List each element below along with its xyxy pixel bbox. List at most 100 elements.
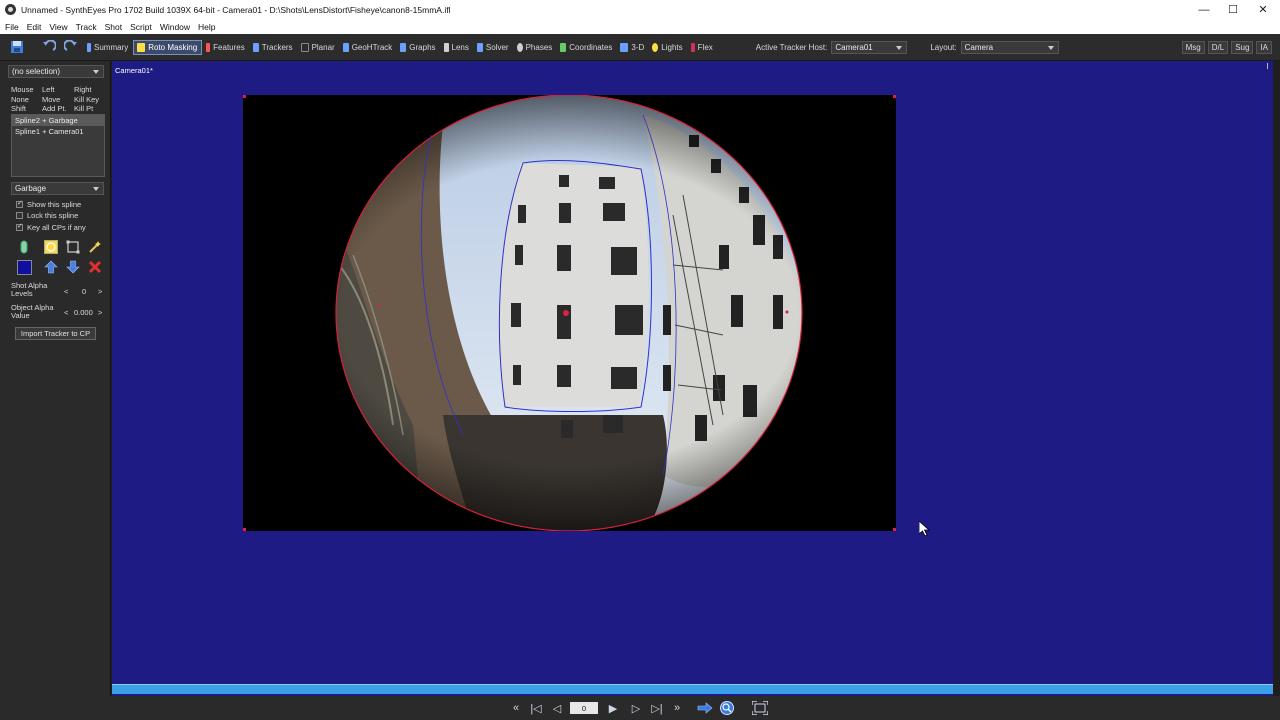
room-toolbar: Summary Roto Masking Features Trackers P… — [0, 34, 1280, 61]
roto-panel: (no selection) Mouse None Shift Left Mov… — [0, 61, 111, 720]
active-tracker-host-dropdown[interactable]: Camera01 — [831, 40, 908, 54]
menu-shot[interactable]: Shot — [100, 22, 126, 32]
coordinates-icon — [560, 42, 567, 52]
camera-viewport[interactable]: Camera01* — [112, 61, 1273, 681]
move-down-icon[interactable] — [65, 259, 81, 275]
target-dropdown[interactable]: Garbage — [11, 182, 104, 195]
viewport-scrollbar[interactable] — [1262, 61, 1273, 681]
circle-tool-icon[interactable] — [43, 239, 59, 255]
roto-icon — [137, 42, 146, 52]
object-alpha-decrease[interactable]: < — [64, 308, 68, 317]
show-spline-checkbox[interactable]: Show this spline — [16, 199, 81, 209]
features-icon — [206, 42, 211, 52]
lock-spline-checkbox[interactable]: Lock this spline — [16, 211, 78, 220]
checkbox-box[interactable] — [16, 212, 23, 219]
forward-to-end-icon[interactable]: » — [669, 700, 685, 716]
menu-help[interactable]: Help — [193, 22, 218, 32]
menu-window[interactable]: Window — [155, 22, 193, 32]
tab-features[interactable]: Features — [203, 40, 249, 55]
spline-list[interactable]: Spline2 + Garbage Spline1 + Camera01 — [11, 114, 105, 177]
previous-key-icon[interactable]: |◁ — [528, 700, 544, 716]
scroll-tick — [1267, 63, 1268, 69]
tab-flex[interactable]: Flex — [688, 40, 717, 55]
tab-summary[interactable]: Summary — [84, 40, 132, 55]
playback-direction-icon[interactable] — [697, 700, 713, 716]
list-item[interactable]: Spline2 + Garbage — [12, 115, 104, 126]
color-swatch-icon[interactable] — [16, 259, 32, 275]
tab-solver[interactable]: Solver — [474, 40, 513, 55]
delete-icon[interactable] — [87, 259, 103, 275]
timeline[interactable] — [112, 681, 1273, 696]
menu-script[interactable]: Script — [125, 22, 155, 32]
move-up-icon[interactable] — [43, 259, 59, 275]
phases-icon — [516, 42, 523, 52]
ia-button[interactable]: IA — [1256, 40, 1272, 54]
frame-number-input[interactable]: 0 — [570, 702, 598, 714]
tab-roto-masking[interactable]: Roto Masking — [133, 39, 203, 55]
title-bar: Unnamed - SynthEyes Pro 1702 Build 1039X… — [0, 0, 1280, 19]
key-all-cps-checkbox[interactable]: Key all CPs if any — [16, 222, 86, 232]
selection-dropdown[interactable]: (no selection) — [8, 65, 104, 78]
menu-view[interactable]: View — [44, 22, 70, 32]
import-tracker-button[interactable]: Import Tracker to CP — [15, 327, 96, 340]
tab-planar[interactable]: Planar — [298, 40, 339, 55]
object-alpha-value[interactable]: 0.000 — [74, 308, 93, 317]
mouse-table-col2: Left Move Add Pt. — [42, 85, 67, 113]
tab-geohtrack[interactable]: GeoHTrack — [340, 40, 397, 55]
rewind-to-start-icon[interactable]: « — [508, 700, 524, 716]
checkbox-box[interactable] — [16, 222, 23, 231]
play-icon[interactable]: ▶ — [605, 700, 621, 716]
chevron-down-icon — [1047, 45, 1054, 50]
fit-frame-icon[interactable] — [752, 700, 768, 716]
object-alpha-increase[interactable]: > — [98, 308, 102, 317]
list-item[interactable]: Spline1 + Camera01 — [12, 126, 104, 137]
menu-edit[interactable]: Edit — [22, 22, 45, 32]
flex-icon — [690, 42, 695, 52]
shot-alpha-value[interactable]: 0 — [82, 287, 86, 296]
shot-frame[interactable] — [243, 95, 896, 531]
close-button[interactable]: ✕ — [1248, 0, 1278, 19]
menu-file[interactable]: File — [0, 22, 22, 32]
minimize-button[interactable]: — — [1189, 0, 1219, 19]
checkbox-box[interactable] — [16, 199, 23, 208]
camera-label: Camera01* — [115, 66, 153, 75]
shot-alpha-increase[interactable]: > — [98, 287, 102, 296]
redo-icon[interactable] — [64, 40, 78, 54]
3d-icon — [620, 42, 629, 52]
tab-graphs[interactable]: Graphs — [397, 40, 439, 55]
save-icon[interactable] — [10, 40, 24, 54]
undo-icon[interactable] — [42, 40, 56, 54]
trackers-icon — [252, 42, 259, 52]
dl-button[interactable]: D/L — [1207, 40, 1229, 54]
summary-icon — [87, 42, 91, 52]
step-back-icon[interactable]: ◁ — [549, 700, 565, 716]
sug-button[interactable]: Sug — [1231, 40, 1254, 54]
tab-lights[interactable]: Lights — [649, 40, 686, 55]
tab-trackers[interactable]: Trackers — [250, 40, 297, 55]
active-tracker-host-label: Active Tracker Host: — [755, 42, 828, 52]
graphs-icon — [400, 42, 407, 52]
tab-3d[interactable]: 3-D — [617, 40, 648, 55]
tab-lens[interactable]: Lens — [441, 40, 473, 55]
next-key-icon[interactable]: ▷| — [649, 700, 665, 716]
menu-bar: File Edit View Track Shot Script Window … — [0, 19, 1280, 34]
step-forward-icon[interactable]: ▷ — [628, 700, 644, 716]
bezier-tool-icon[interactable] — [16, 239, 32, 255]
tab-phases[interactable]: Phases — [514, 40, 557, 55]
magic-wand-icon[interactable] — [87, 239, 103, 255]
tab-coordinates[interactable]: Coordinates — [557, 40, 616, 55]
menu-track[interactable]: Track — [71, 22, 100, 32]
fisheye-image — [243, 95, 896, 531]
timeline-bar[interactable] — [112, 684, 1273, 694]
layout-dropdown[interactable]: Camera — [960, 40, 1059, 54]
rectangle-tool-icon[interactable] — [65, 239, 81, 255]
mouse-cursor-icon — [919, 521, 931, 537]
zoom-icon[interactable] — [719, 700, 735, 716]
shot-alpha-decrease[interactable]: < — [64, 287, 68, 296]
msg-button[interactable]: Msg — [1181, 40, 1205, 54]
mouse-table-col3: Right Kill Key Kill Pt — [74, 85, 100, 113]
mouse-table-col1: Mouse None Shift — [11, 85, 34, 113]
object-alpha-label: Object Alpha Value — [11, 303, 54, 320]
maximize-button[interactable]: ☐ — [1218, 0, 1248, 19]
chevron-down-icon — [896, 45, 903, 50]
